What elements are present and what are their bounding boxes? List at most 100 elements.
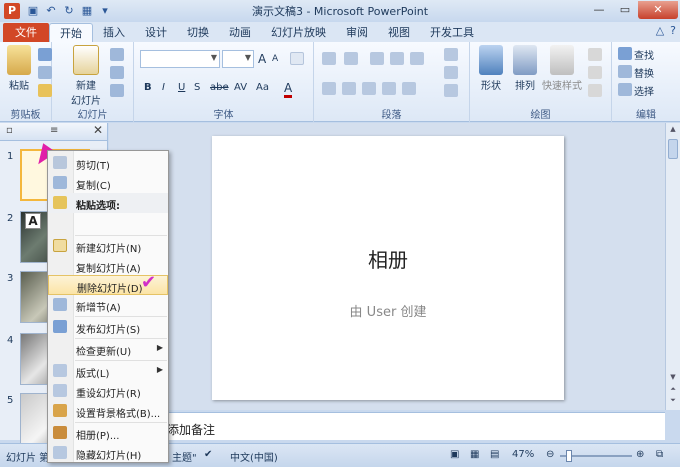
menu-item-publish-slides[interactable]: 发布幻灯片(S) bbox=[48, 317, 168, 337]
help-icon[interactable]: ? bbox=[670, 24, 676, 37]
menu-item-new-slide[interactable]: 新建幻灯片(N) bbox=[48, 236, 168, 256]
zoom-slider-handle[interactable] bbox=[566, 450, 572, 462]
tab-view[interactable]: 视图 bbox=[378, 23, 420, 42]
tab-developer[interactable]: 开发工具 bbox=[420, 23, 484, 42]
maximize-button[interactable]: ▭ bbox=[612, 1, 638, 19]
tab-design[interactable]: 设计 bbox=[135, 23, 177, 42]
spacing-button[interactable]: AV bbox=[234, 82, 247, 93]
slide-sorter-icon[interactable]: ▦ bbox=[470, 449, 479, 460]
notes-pane[interactable]: 添加备注 bbox=[109, 412, 665, 440]
undo-icon[interactable]: ↶ bbox=[44, 4, 58, 18]
previous-slide-icon[interactable]: ⏶ bbox=[667, 385, 679, 396]
minimize-button[interactable]: — bbox=[586, 1, 612, 19]
menu-item-cut[interactable]: 剪切(T) bbox=[48, 153, 168, 173]
outline-tab-icon[interactable]: ≡ bbox=[50, 125, 58, 136]
replace-button[interactable]: 替换 bbox=[634, 65, 654, 80]
tab-review[interactable]: 审阅 bbox=[336, 23, 378, 42]
text-direction-icon[interactable] bbox=[444, 48, 458, 61]
menu-item-layout[interactable]: 版式(L) ▶ bbox=[48, 361, 168, 381]
normal-view-icon[interactable]: ▣ bbox=[450, 449, 459, 460]
redo-icon[interactable]: ↻ bbox=[62, 4, 76, 18]
shapes-button[interactable]: 形状 bbox=[476, 45, 506, 92]
cut-icon[interactable] bbox=[38, 48, 52, 61]
shape-outline-icon[interactable] bbox=[588, 66, 602, 79]
scroll-thumb[interactable] bbox=[668, 139, 678, 159]
italic-button[interactable]: I bbox=[162, 82, 165, 93]
current-slide[interactable]: 相册 由 User 创建 bbox=[212, 136, 564, 400]
language-text[interactable]: 中文(中国) bbox=[230, 449, 278, 464]
close-button[interactable]: ✕ bbox=[638, 1, 678, 19]
slideshow-icon[interactable]: ▦ bbox=[80, 4, 94, 18]
minimize-ribbon-icon[interactable]: △ bbox=[656, 24, 664, 37]
next-slide-icon[interactable]: ⏷ bbox=[667, 396, 679, 407]
clear-format-icon[interactable] bbox=[290, 52, 304, 65]
tab-slideshow[interactable]: 幻灯片放映 bbox=[261, 23, 336, 42]
vertical-scrollbar[interactable]: ▲ ▼ ⏶ ⏷ bbox=[665, 123, 680, 410]
scroll-up-icon[interactable]: ▲ bbox=[667, 125, 679, 136]
tab-animations[interactable]: 动画 bbox=[219, 23, 261, 42]
menu-item-check-updates[interactable]: 检查更新(U) ▶ bbox=[48, 339, 168, 359]
zoom-in-icon[interactable]: ⊕ bbox=[636, 449, 644, 460]
numbering-icon[interactable] bbox=[344, 52, 358, 65]
tab-transitions[interactable]: 切换 bbox=[177, 23, 219, 42]
tab-insert[interactable]: 插入 bbox=[93, 23, 135, 42]
align-center-icon[interactable] bbox=[342, 82, 356, 95]
font-name-combo[interactable]: ▼ bbox=[140, 50, 220, 68]
justify-icon[interactable] bbox=[382, 82, 396, 95]
menu-item-photo-album[interactable]: 相册(P)... bbox=[48, 423, 168, 443]
font-color-button[interactable]: A bbox=[284, 81, 293, 98]
quick-styles-button[interactable]: 快速样式 bbox=[542, 45, 582, 92]
spell-check-icon[interactable]: ✔ bbox=[204, 449, 212, 460]
copy-icon[interactable] bbox=[38, 66, 52, 79]
change-case-button[interactable]: Aa bbox=[256, 82, 269, 93]
scroll-down-icon[interactable]: ▼ bbox=[667, 373, 679, 384]
select-button[interactable]: 选择 bbox=[634, 83, 654, 98]
format-painter-icon[interactable] bbox=[38, 84, 52, 97]
bold-button[interactable]: B bbox=[144, 82, 152, 93]
underline-button[interactable]: U bbox=[178, 82, 185, 93]
tab-home[interactable]: 开始 bbox=[49, 23, 93, 42]
shrink-font-button[interactable]: A bbox=[272, 54, 278, 64]
align-text-icon[interactable] bbox=[444, 66, 458, 79]
shadow-button[interactable]: S bbox=[194, 82, 200, 93]
bullets-icon[interactable] bbox=[322, 52, 336, 65]
font-size-combo[interactable]: ▼ bbox=[222, 50, 254, 68]
new-slide-button[interactable]: 新建 幻灯片 bbox=[68, 45, 104, 107]
shape-effects-icon[interactable] bbox=[588, 84, 602, 97]
line-spacing-icon[interactable] bbox=[410, 52, 424, 65]
decrease-indent-icon[interactable] bbox=[370, 52, 384, 65]
increase-indent-icon[interactable] bbox=[390, 52, 404, 65]
save-icon[interactable]: ▣ bbox=[26, 4, 40, 18]
slide-editor[interactable]: 相册 由 User 创建 bbox=[109, 123, 665, 410]
slide-subtitle[interactable]: 由 User 创建 bbox=[212, 301, 564, 320]
close-pane-icon[interactable]: ✕ bbox=[93, 123, 103, 137]
fit-to-window-icon[interactable]: ⧉ bbox=[656, 449, 663, 460]
section-icon[interactable] bbox=[110, 84, 124, 97]
menu-item-add-section[interactable]: 新增节(A) bbox=[48, 295, 168, 315]
grow-font-button[interactable]: A bbox=[258, 52, 266, 66]
strikethrough-button[interactable]: abe bbox=[210, 82, 229, 93]
columns-icon[interactable] bbox=[402, 82, 416, 95]
align-left-icon[interactable] bbox=[322, 82, 336, 95]
slide-title[interactable]: 相册 bbox=[212, 244, 564, 273]
paste-button[interactable]: 粘贴 bbox=[6, 45, 32, 92]
zoom-level[interactable]: 47% bbox=[512, 449, 534, 460]
zoom-out-icon[interactable]: ⊖ bbox=[546, 449, 554, 460]
smartart-icon[interactable] bbox=[444, 84, 458, 97]
menu-item-hide-slide[interactable]: 隐藏幻灯片(H) bbox=[48, 443, 168, 463]
menu-item-reset-slide[interactable]: 重设幻灯片(R) bbox=[48, 381, 168, 401]
customize-icon[interactable]: ▾ bbox=[98, 4, 112, 18]
menu-item-format-background[interactable]: 设置背景格式(B)... bbox=[48, 401, 168, 421]
align-right-icon[interactable] bbox=[362, 82, 376, 95]
arrange-button[interactable]: 排列 bbox=[510, 45, 540, 92]
powerpoint-app-icon[interactable]: P bbox=[4, 3, 20, 19]
paste-keep-text-only-button[interactable]: A bbox=[25, 213, 41, 229]
layout-icon[interactable] bbox=[110, 48, 124, 61]
find-button[interactable]: 查找 bbox=[634, 47, 654, 62]
slides-tab-icon[interactable]: ▫ bbox=[6, 125, 13, 136]
tab-file[interactable]: 文件 bbox=[3, 23, 49, 42]
reading-view-icon[interactable]: ▤ bbox=[490, 449, 499, 460]
reset-icon[interactable] bbox=[110, 66, 124, 79]
menu-item-copy[interactable]: 复制(C) bbox=[48, 173, 168, 193]
shape-fill-icon[interactable] bbox=[588, 48, 602, 61]
